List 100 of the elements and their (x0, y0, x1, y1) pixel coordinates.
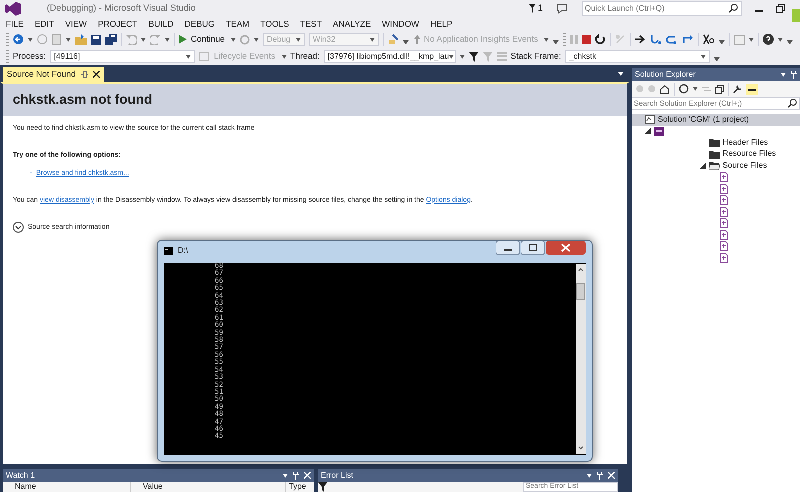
watch-panel-header[interactable]: Watch 1 (3, 469, 314, 482)
expanded-arrow-icon[interactable] (700, 162, 706, 169)
column-header[interactable]: Value (131, 482, 286, 492)
tree-item[interactable]: Resource Files (722, 148, 776, 160)
menu-item[interactable]: TOOLS (260, 18, 290, 30)
caret-icon[interactable] (231, 38, 236, 42)
hex-display-icon[interactable] (703, 34, 716, 45)
tree-item[interactable]: Source Files (722, 160, 768, 172)
menu-item[interactable]: TEAM (226, 18, 250, 30)
solution-explorer-header[interactable]: Solution Explorer (632, 68, 800, 81)
source-file-icon[interactable] (720, 252, 728, 263)
continue-button[interactable]: Continue (189, 33, 228, 46)
source-file-icon[interactable] (720, 218, 728, 228)
project-icon (654, 126, 664, 136)
logo-icon (5, 2, 21, 16)
quick-launch-box[interactable]: Quick Launch (Ctrl+Q) (582, 1, 742, 16)
window-title: (Debugging) - Microsoft Visual Studio (47, 2, 196, 15)
stack-frame-dropdown[interactable]: _chkstk (565, 50, 710, 63)
process-label: Process: (13, 50, 46, 63)
open-folder-icon (708, 161, 720, 170)
feedback-icon[interactable] (557, 4, 568, 14)
source-file-icon[interactable] (720, 241, 728, 252)
maximize-icon[interactable] (521, 241, 545, 255)
overflow-icon[interactable] (714, 52, 720, 60)
find-icon[interactable] (388, 34, 400, 45)
menu-item[interactable]: WINDOW (382, 18, 420, 30)
stop-icon[interactable] (582, 35, 592, 44)
search-icon (788, 99, 797, 108)
caret-icon[interactable] (28, 38, 33, 42)
play-icon[interactable] (179, 35, 187, 44)
dropdown-caret-icon[interactable] (701, 54, 706, 58)
dropdown-caret-icon[interactable] (587, 474, 592, 478)
caret-icon[interactable] (66, 38, 71, 42)
column-header[interactable]: Name (3, 482, 131, 492)
tree-item[interactable]: Header Files (722, 136, 768, 149)
restore-icon[interactable] (776, 4, 786, 14)
caret-icon[interactable] (693, 87, 698, 91)
caret-icon[interactable] (254, 38, 260, 42)
step-over-icon[interactable] (666, 34, 678, 45)
flag-icon (528, 4, 536, 13)
thread-label: Thread: (290, 50, 320, 63)
quick-launch-field[interactable]: Quick Launch (Ctrl+Q) (583, 2, 729, 14)
caret-icon[interactable] (141, 38, 146, 42)
column-header[interactable]: Type (286, 482, 314, 492)
collapse-all-icon[interactable] (715, 84, 724, 94)
page-heading: chkstk.asm not found (3, 84, 627, 116)
menu-item[interactable]: TEST (300, 18, 322, 30)
caret-icon[interactable] (165, 38, 170, 42)
error-list-header[interactable]: Error List (318, 469, 618, 482)
source-file-icon[interactable] (720, 184, 728, 194)
overflow-icon[interactable] (719, 36, 726, 44)
overflow-icon[interactable] (403, 36, 410, 44)
step-out-icon[interactable] (682, 34, 694, 45)
minimize-icon[interactable] (496, 241, 520, 255)
save-all-icon[interactable] (105, 34, 117, 45)
caret-icon[interactable] (282, 54, 286, 58)
caret-icon[interactable] (460, 54, 465, 58)
help-icon[interactable] (763, 34, 774, 45)
restart-icon[interactable] (595, 34, 606, 45)
dropdown-caret-icon[interactable] (449, 54, 454, 58)
dropdown-caret-icon[interactable] (618, 72, 624, 76)
step-into-icon[interactable] (650, 34, 662, 45)
stack-frame-label: Stack Frame: (510, 50, 562, 63)
menu-item[interactable]: FILE (6, 18, 24, 30)
filter-icon[interactable] (468, 52, 479, 62)
menu-item[interactable]: HELP (430, 18, 453, 30)
expanded-arrow-icon[interactable] (644, 128, 651, 134)
notification-button[interactable]: 1 (528, 2, 543, 16)
wrench-icon[interactable] (733, 84, 742, 94)
document-tab[interactable]: Source Not Found (3, 67, 104, 82)
preview-icon[interactable] (746, 84, 758, 94)
caret-icon[interactable] (749, 38, 754, 42)
console-icon (164, 247, 173, 255)
arrow-right-icon[interactable] (635, 35, 646, 44)
menu-item[interactable]: DEBUG (184, 18, 216, 30)
thread-dropdown[interactable]: [37976] libiomp5md.dll!__kmp_lau (324, 50, 456, 63)
home-icon[interactable] (660, 84, 670, 94)
close-icon[interactable] (92, 71, 100, 78)
overflow-icon[interactable] (787, 36, 794, 44)
scrollbar-icon[interactable] (576, 263, 586, 455)
save-icon[interactable] (91, 34, 101, 44)
dropdown-caret-icon[interactable] (283, 474, 288, 478)
menu-item[interactable]: VIEW (65, 18, 88, 30)
source-file-icon[interactable] (720, 206, 728, 217)
caret-icon[interactable] (544, 38, 550, 42)
overflow-icon[interactable] (553, 36, 560, 44)
dropdown-caret-icon[interactable] (186, 54, 192, 58)
source-file-icon[interactable] (720, 195, 728, 206)
menu-item[interactable]: BUILD (148, 18, 174, 30)
menu-item[interactable]: PROJECT (98, 18, 138, 30)
source-file-icon[interactable] (720, 172, 728, 182)
caret-icon[interactable] (778, 38, 784, 42)
process-dropdown[interactable]: [49116] (50, 50, 196, 63)
solution-icon (645, 115, 655, 124)
source-file-icon[interactable] (720, 230, 728, 240)
expand-icon[interactable] (13, 222, 24, 234)
menu-item[interactable]: EDIT (34, 18, 54, 30)
dropdown-caret-icon[interactable] (781, 72, 786, 76)
menu-item[interactable]: ANALYZE (333, 18, 372, 30)
open-folder-icon[interactable] (75, 34, 87, 45)
